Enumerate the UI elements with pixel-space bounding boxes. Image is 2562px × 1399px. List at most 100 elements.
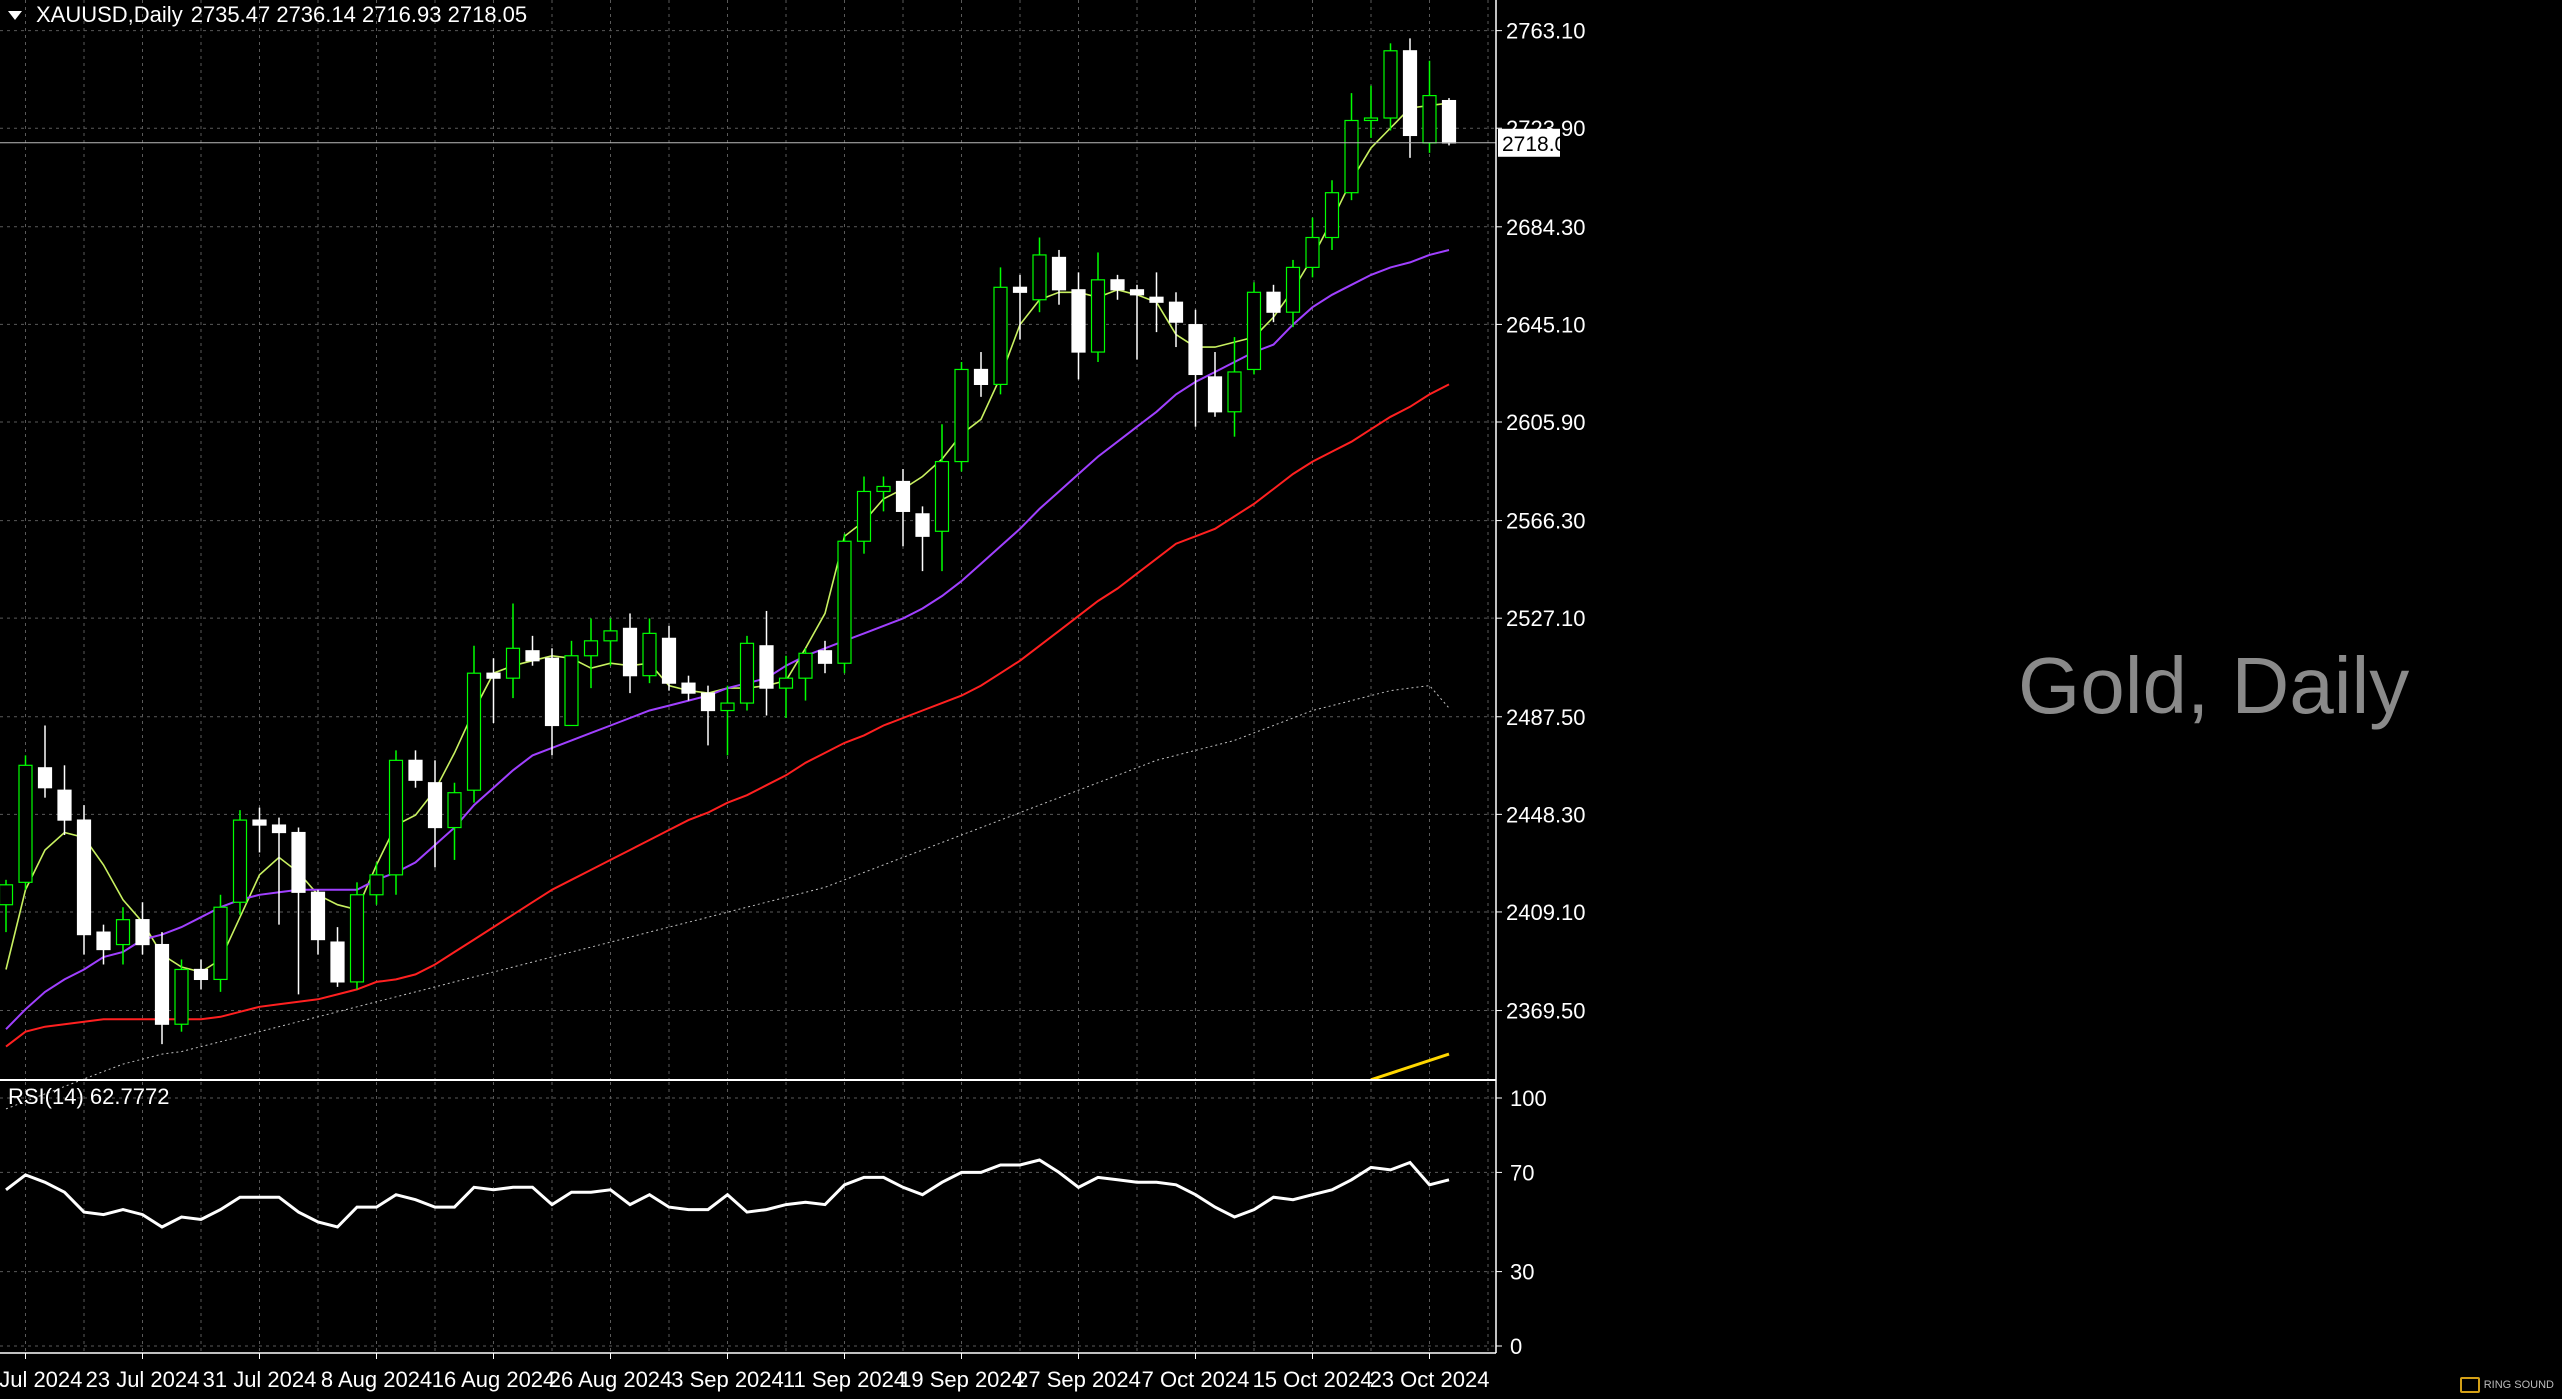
candle-body <box>1071 289 1086 353</box>
candle-body <box>135 919 150 946</box>
candle-body <box>739 642 755 704</box>
candle-body <box>1285 266 1301 313</box>
candle-body <box>915 513 930 537</box>
price-axis: 2763.102723.902684.302645.102605.902566.… <box>0 0 1586 1354</box>
candle-body <box>661 637 677 684</box>
candle-body <box>310 891 326 941</box>
candle-body <box>837 540 852 664</box>
price-tick-label: 2763.10 <box>1506 19 1586 44</box>
date-tick-label: 15 Oct 2024 <box>1253 1367 1373 1392</box>
candle-body <box>1266 291 1281 313</box>
candle-body <box>1129 289 1145 296</box>
candle-body <box>505 647 521 679</box>
candle-body <box>1246 291 1262 371</box>
candle-body <box>447 792 462 829</box>
candle-body <box>1363 117 1379 122</box>
candle-body <box>817 650 833 664</box>
ohlc-values: 2735.47 2736.14 2716.93 2718.05 <box>190 2 528 27</box>
rsi-tick-label: 100 <box>1510 1086 1547 1111</box>
date-tick-label: 26 Aug 2024 <box>549 1367 673 1392</box>
current-price-label: 2718.05 <box>1502 133 1578 156</box>
candle-body <box>1441 99 1457 144</box>
candle-body <box>1402 50 1418 137</box>
date-tick-label: 27 Sep 2024 <box>1016 1367 1141 1392</box>
candle-body <box>583 640 599 657</box>
candle-body <box>408 759 423 781</box>
brand-label: RING SOUND <box>2483 1379 2554 1391</box>
candle-body <box>856 490 872 542</box>
candle-body <box>934 460 950 532</box>
candle-body <box>76 819 92 936</box>
date-tick-label: 31 Jul 2024 <box>203 1367 317 1392</box>
candle-body <box>1207 376 1223 413</box>
candle-body <box>193 968 209 981</box>
price-tick-label: 2448.30 <box>1506 802 1586 827</box>
rsi-tick-label: 70 <box>1510 1160 1534 1185</box>
symbol-label: XAUUSD,Daily <box>36 2 183 27</box>
candle-body <box>544 657 560 727</box>
date-tick-label: 8 Aug 2024 <box>321 1367 432 1392</box>
candle-body <box>700 692 716 712</box>
candle-body <box>349 894 365 983</box>
candle-body <box>271 824 287 834</box>
price-tick-label: 2566.30 <box>1506 509 1586 534</box>
candle-body <box>1012 286 1028 293</box>
candle-body <box>954 368 969 463</box>
candle-body <box>154 943 170 1025</box>
price-tick-label: 2684.30 <box>1506 215 1586 240</box>
rsi-axis: 100 70 30 0 <box>1496 1086 1547 1359</box>
candle-body <box>895 480 911 512</box>
candle-body <box>993 286 1008 385</box>
moving-average-line-yellow <box>1370 1052 1450 1082</box>
candle-body <box>778 677 794 689</box>
candle-body <box>57 789 72 821</box>
candle-body <box>0 884 14 906</box>
candle-body <box>466 672 482 791</box>
date-tick-label: 23 Jul 2024 <box>86 1367 200 1392</box>
candle-body <box>1110 279 1125 291</box>
candle-body <box>798 652 813 679</box>
candle-body <box>973 368 989 385</box>
candle-body <box>1324 192 1340 239</box>
candle-body <box>1344 119 1359 194</box>
candle-body <box>1227 371 1242 413</box>
candle-body <box>18 764 33 883</box>
candle-body <box>1090 279 1106 353</box>
chart-header[interactable]: XAUUSD,Daily 2735.47 2736.14 2716.93 271… <box>8 2 527 28</box>
date-tick-label: 7 Oct 2024 <box>1142 1367 1250 1392</box>
dropdown-triangle-icon[interactable] <box>8 10 22 20</box>
candle-body <box>1168 301 1184 323</box>
candle-body <box>759 645 774 689</box>
candle-body <box>1383 50 1398 119</box>
price-tick-label: 2409.10 <box>1506 900 1586 925</box>
rsi-tick-label: 30 <box>1510 1260 1534 1285</box>
price-tick-label: 2487.50 <box>1506 705 1586 730</box>
candle-body <box>213 906 228 981</box>
candle-body <box>232 819 248 903</box>
candle-body <box>37 767 53 789</box>
rsi-tick-label: 0 <box>1510 1334 1522 1359</box>
price-tick-label: 2605.90 <box>1506 410 1586 435</box>
candle-body <box>427 782 443 829</box>
brand-mark: RING SOUND <box>2459 1377 2554 1393</box>
candle-body <box>603 630 618 642</box>
rsi-title: RSI(14) 62.7772 <box>8 1084 170 1109</box>
candle-body <box>252 819 267 826</box>
candle-body <box>1188 324 1203 376</box>
candle-body <box>564 655 579 727</box>
candle-body <box>1305 236 1320 268</box>
price-tick-label: 2369.50 <box>1506 999 1586 1024</box>
price-tick-label: 2645.10 <box>1506 312 1586 337</box>
candle-body <box>1032 254 1047 301</box>
date-tick-label: 16 Aug 2024 <box>432 1367 556 1392</box>
candle-body <box>96 931 111 951</box>
date-tick-label: 11 Sep 2024 <box>783 1367 906 1392</box>
candle-body <box>1149 296 1164 303</box>
candle-body <box>291 831 306 893</box>
candle-body <box>720 702 735 712</box>
price-tick-label: 2527.10 <box>1506 606 1586 631</box>
date-tick-label: 3 Sep 2024 <box>671 1367 784 1392</box>
candle-body <box>622 627 638 677</box>
date-axis: 15 Jul 202423 Jul 202431 Jul 20248 Aug 2… <box>0 1353 1489 1392</box>
candle-body <box>876 485 891 493</box>
